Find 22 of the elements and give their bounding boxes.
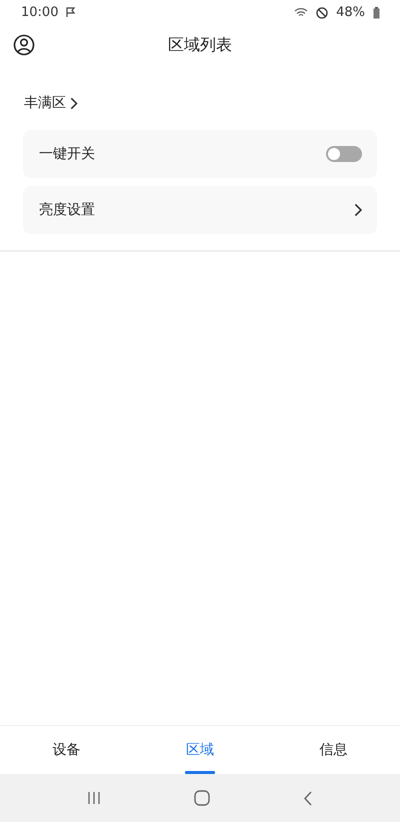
- battery-percentage: 48%: [336, 5, 365, 20]
- recent-apps-icon[interactable]: [86, 791, 101, 805]
- bottom-tab[interactable]: 区域: [133, 726, 267, 774]
- settings-card[interactable]: 一键开关: [23, 130, 377, 178]
- status-time: 10:00: [21, 5, 58, 20]
- toggle-switch[interactable]: [326, 146, 362, 162]
- zone-selector[interactable]: 丰满区: [24, 94, 66, 112]
- home-icon[interactable]: [194, 790, 210, 806]
- setting-label: 亮度设置: [39, 201, 95, 219]
- bottom-tab[interactable]: 信息: [266, 726, 400, 774]
- battery-icon: [373, 6, 380, 18]
- do-not-disturb-icon: [316, 6, 328, 18]
- account-icon[interactable]: [13, 34, 35, 56]
- wifi-icon: [294, 7, 308, 18]
- bottom-tab[interactable]: 设备: [0, 726, 134, 774]
- flag-icon: [66, 7, 76, 18]
- page-title: 区域列表: [168, 34, 232, 56]
- chevron-right-icon: [354, 203, 362, 217]
- chevron-right-icon: [70, 96, 78, 110]
- settings-card[interactable]: 亮度设置: [23, 186, 377, 234]
- setting-label: 一键开关: [39, 145, 95, 163]
- back-icon[interactable]: [303, 790, 314, 806]
